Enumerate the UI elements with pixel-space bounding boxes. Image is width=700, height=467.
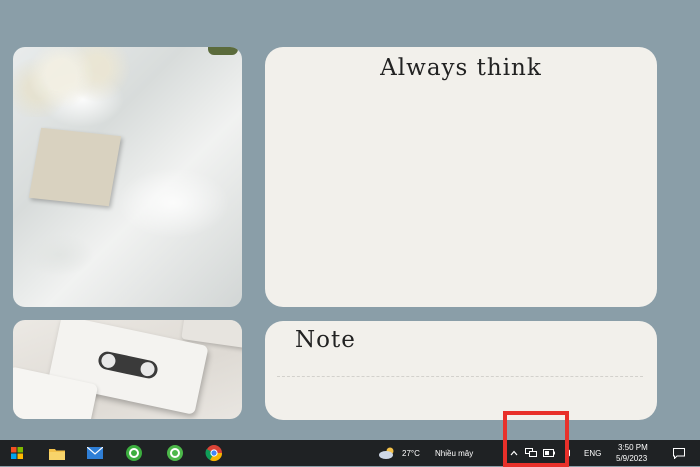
notifications-icon[interactable] [670, 444, 688, 462]
fabric-photo-widget[interactable] [13, 47, 242, 307]
tray-highlight-annotation [503, 411, 569, 467]
note-writing-line [277, 376, 643, 378]
weather-cloud-icon[interactable] [378, 444, 396, 462]
taskbar: 27°C Nhiều mây ENG 3:50 PM 5/9/2023 [0, 440, 700, 466]
windows-start-icon[interactable] [8, 444, 26, 462]
clock-date[interactable]: 5/9/2023 [616, 454, 647, 463]
language-indicator[interactable]: ENG [584, 449, 601, 458]
always-think-title: Always think [380, 55, 542, 81]
desktop: Always think Note [0, 0, 700, 440]
dried-flowers-decoration [13, 47, 133, 117]
note-title: Note [295, 327, 356, 353]
chrome-icon[interactable] [205, 444, 223, 462]
green-app-icon[interactable] [125, 444, 143, 462]
always-think-note-card[interactable]: Always think [265, 47, 657, 307]
note-card[interactable]: Note [265, 321, 657, 420]
green-app-icon-2[interactable] [166, 444, 184, 462]
open-book-decoration [28, 127, 122, 207]
file-explorer-icon[interactable] [48, 444, 66, 462]
cassette-photo-widget[interactable] [13, 320, 242, 419]
clock-time[interactable]: 3:50 PM [618, 443, 648, 452]
greenery-decoration [208, 47, 238, 55]
weather-temperature[interactable]: 27°C [402, 449, 420, 458]
mail-icon[interactable] [86, 444, 104, 462]
weather-description[interactable]: Nhiều mây [435, 449, 473, 458]
